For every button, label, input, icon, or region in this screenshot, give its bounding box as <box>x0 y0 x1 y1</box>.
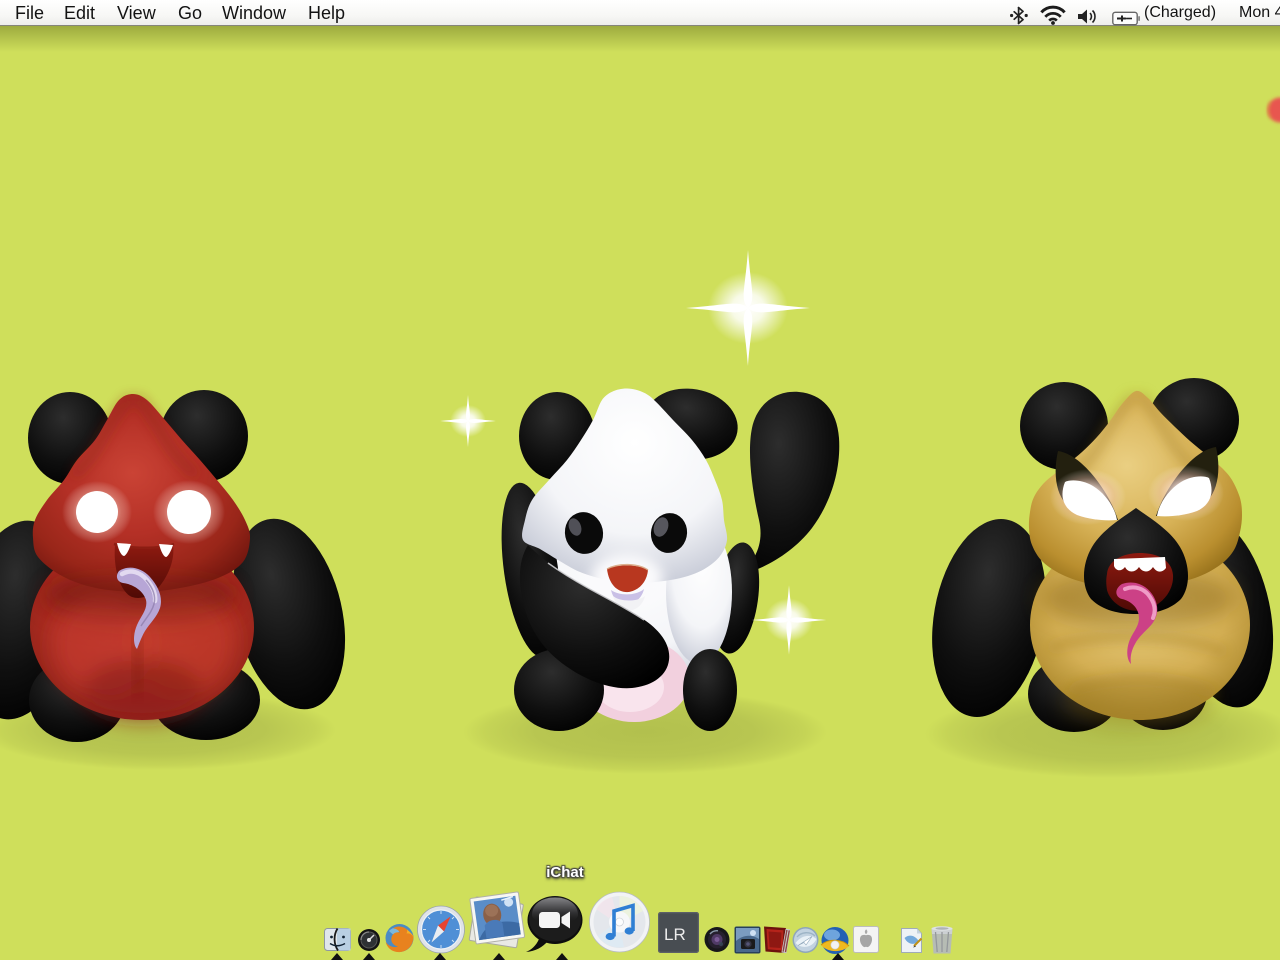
svg-text:LR: LR <box>664 925 686 944</box>
